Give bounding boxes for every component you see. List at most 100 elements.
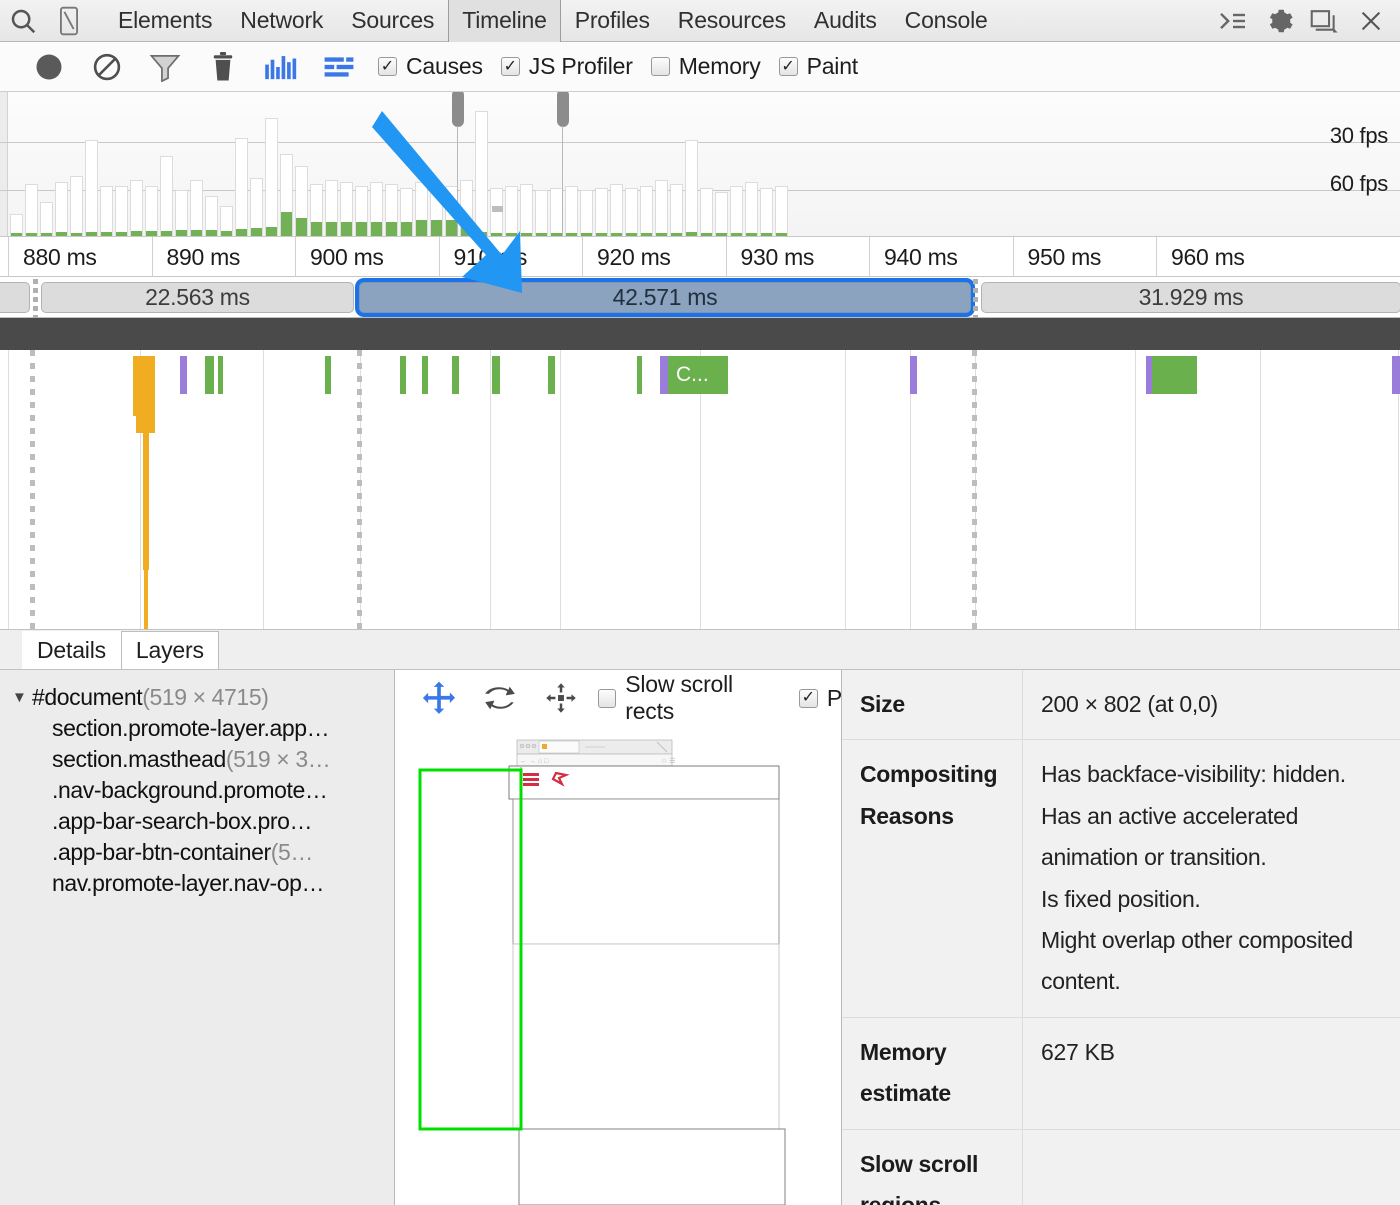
event-bar-green[interactable] <box>205 356 214 394</box>
timeline-event-tracks[interactable]: C... <box>0 350 1400 630</box>
timeline-overview[interactable]: 30 fps 60 fps <box>0 92 1400 237</box>
checkbox-memory[interactable]: Memory <box>651 53 761 80</box>
reset-transform-icon[interactable] <box>531 670 592 726</box>
record-button[interactable] <box>20 42 78 92</box>
checkbox-paint[interactable]: ✓ Paint <box>779 53 858 80</box>
event-bar-yellow[interactable] <box>136 396 155 433</box>
event-bar-green[interactable] <box>1152 356 1197 394</box>
dock-side-icon[interactable] <box>1302 0 1348 42</box>
event-bar-green[interactable] <box>325 356 331 394</box>
console-drawer-icon[interactable] <box>1210 0 1256 42</box>
tab-console[interactable]: Console <box>891 0 1002 42</box>
event-bar-green[interactable] <box>400 356 406 394</box>
event-bar-green[interactable] <box>637 356 642 394</box>
event-bar-labeled[interactable]: C... <box>668 356 728 394</box>
track-gridline <box>560 350 561 630</box>
event-bar-green[interactable] <box>218 356 223 394</box>
overview-paint-bar <box>566 233 577 236</box>
checkbox-paint-label: Paint <box>807 53 858 80</box>
frame-divider-grip-left[interactable] <box>33 279 38 316</box>
checkbox-paints-box[interactable]: ✓ <box>799 689 818 708</box>
tab-elements[interactable]: Elements <box>104 0 226 42</box>
layer-tree-item[interactable]: nav.promote-layer.nav-op… <box>12 868 394 899</box>
close-icon[interactable] <box>1348 0 1394 42</box>
event-bar-purple[interactable] <box>180 356 187 394</box>
overview-paint-bar <box>536 233 547 236</box>
overview-frame-bar <box>625 188 638 236</box>
overview-frame-bar <box>595 188 608 236</box>
layer-tree-item-label: section.promote-layer.app… <box>52 715 329 742</box>
overview-frame-bar <box>745 182 758 236</box>
gear-icon[interactable] <box>1256 0 1302 42</box>
event-bar-purple[interactable] <box>1392 356 1400 394</box>
layer-tree[interactable]: ▼#document (519 × 4715)section.promote-l… <box>0 670 395 1205</box>
layer-3d-canvas[interactable]: ← → ⌂ □ ☆ ☰ <box>395 726 842 1205</box>
tab-sources[interactable]: Sources <box>337 0 448 42</box>
tab-network[interactable]: Network <box>226 0 337 42</box>
checkbox-slow-scroll-rects[interactable]: Slow scroll rects <box>598 671 785 725</box>
tab-profiles[interactable]: Profiles <box>561 0 664 42</box>
filter-button[interactable] <box>136 42 194 92</box>
event-bar-green[interactable] <box>492 356 500 394</box>
checkbox-js-profiler[interactable]: ✓ JS Profiler <box>501 53 633 80</box>
frame-segment-22ms[interactable]: 22.563 ms <box>41 282 354 313</box>
event-bar-yellow-tail[interactable] <box>143 430 149 570</box>
frame-segment-partial-left[interactable] <box>0 282 30 313</box>
event-bar-green[interactable] <box>422 356 428 394</box>
layer-detail-key: Slow scroll regions <box>842 1130 1022 1205</box>
overview-frame-bar <box>475 111 488 236</box>
overview-paint-bar <box>86 232 97 236</box>
panel-tab-list: Elements Network Sources Timeline Profil… <box>104 0 1002 42</box>
checkbox-js-profiler-box[interactable]: ✓ <box>501 57 520 76</box>
overview-frame-bar <box>715 192 728 236</box>
ruler-tick: 890 ms <box>152 237 153 277</box>
tab-details[interactable]: Details <box>22 631 121 669</box>
layer-tree-item[interactable]: .app-bar-btn-container (5… <box>12 837 394 868</box>
layer-tree-item-label: section.masthead <box>52 746 226 773</box>
checkbox-slow-scroll-rects-box[interactable] <box>598 689 617 708</box>
overview-window-line-right <box>562 126 563 237</box>
garbage-collect-button[interactable] <box>194 42 252 92</box>
overview-paint-bar <box>236 229 247 236</box>
checkbox-causes-box[interactable]: ✓ <box>378 57 397 76</box>
layer-tree-item[interactable]: section.promote-layer.app… <box>12 713 394 744</box>
layer-tree-item[interactable]: section.masthead (519 × 3… <box>12 744 394 775</box>
frame-divider-grip-right[interactable] <box>973 279 978 316</box>
event-bar-purple[interactable] <box>910 356 917 394</box>
overview-window-handle-right[interactable] <box>557 92 569 127</box>
overview-window-handle-left[interactable] <box>452 92 464 127</box>
overview-paint-bar <box>386 222 397 236</box>
chevron-down-icon[interactable]: ▼ <box>12 689 32 706</box>
event-bar-purple[interactable] <box>660 356 668 394</box>
layer-tree-item[interactable]: .nav-background.promote… <box>12 775 394 806</box>
overview-frame-bar <box>265 118 278 236</box>
tab-layers[interactable]: Layers <box>121 631 219 669</box>
flame-chart-view-button[interactable] <box>310 42 368 92</box>
checkbox-paints[interactable]: ✓ P <box>799 685 842 712</box>
event-bar-green[interactable] <box>548 356 555 394</box>
frame-scrubber[interactable]: 22.563 ms 42.571 ms 31.929 ms <box>0 277 1400 318</box>
frame-segment-31ms[interactable]: 31.929 ms <box>981 282 1400 313</box>
layer-tree-root[interactable]: ▼#document (519 × 4715) <box>12 682 394 713</box>
device-toolbar-icon[interactable] <box>46 0 92 42</box>
pan-mode-icon[interactable] <box>409 670 470 726</box>
layer-tree-item[interactable]: .app-bar-search-box.pro… <box>12 806 394 837</box>
clear-button[interactable] <box>78 42 136 92</box>
checkbox-causes[interactable]: ✓ Causes <box>378 53 483 80</box>
overview-paint-bar <box>431 220 442 236</box>
layer-3d-view[interactable]: Slow scroll rects ✓ P ← → ⌂ □ ☆ ☰ <box>395 670 842 1205</box>
frames-view-button[interactable] <box>252 42 310 92</box>
search-icon[interactable] <box>0 0 46 42</box>
layer-detail-value-line: Might overlap other composited <box>1041 920 1390 961</box>
overview-paint-bar <box>641 233 652 236</box>
frame-segment-42ms-selected[interactable]: 42.571 ms <box>359 282 971 313</box>
checkbox-memory-box[interactable] <box>651 57 670 76</box>
event-bar-yellow-tail[interactable] <box>144 565 148 630</box>
checkbox-paint-box[interactable]: ✓ <box>779 57 798 76</box>
tab-audits[interactable]: Audits <box>800 0 891 42</box>
tab-resources[interactable]: Resources <box>664 0 800 42</box>
overview-paint-bar <box>581 233 592 236</box>
rotate-mode-icon[interactable] <box>470 670 531 726</box>
tab-timeline[interactable]: Timeline <box>448 0 560 42</box>
event-bar-green[interactable] <box>452 356 459 394</box>
